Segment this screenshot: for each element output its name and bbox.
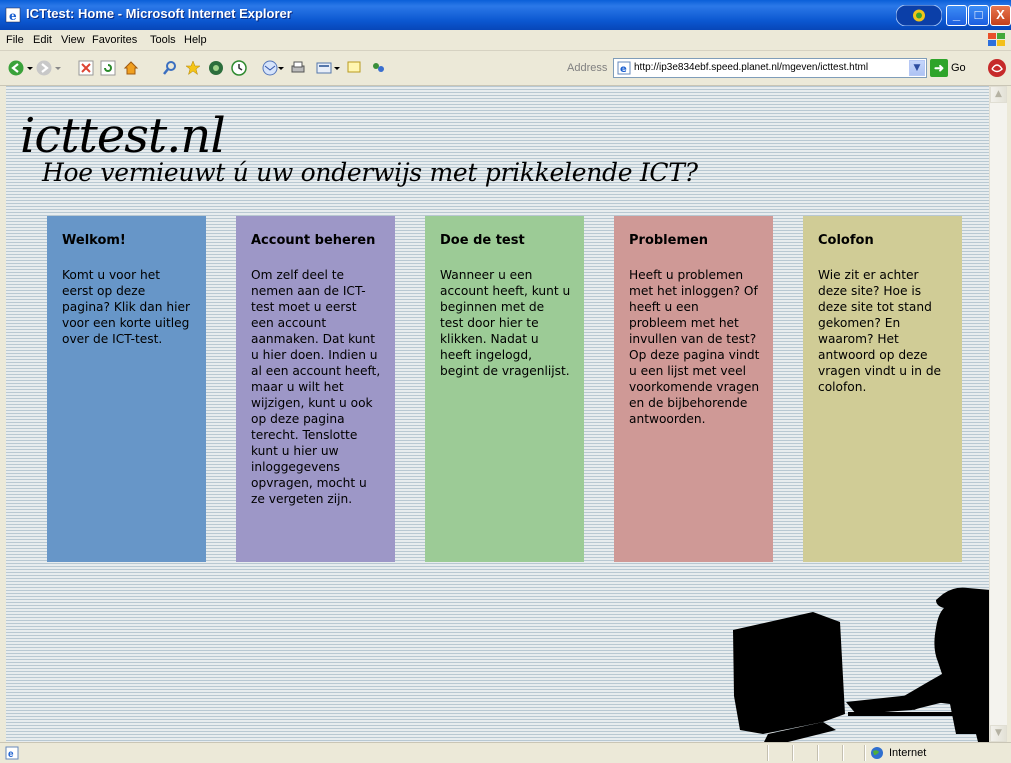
vertical-scrollbar[interactable]: ▲ ▼	[989, 86, 1007, 742]
menu-favorites[interactable]: Favorites	[92, 34, 137, 46]
card-text: Komt u voor het eerst op deze pagina? Kl…	[62, 268, 190, 346]
card-title: Problemen	[629, 233, 709, 248]
card-text: Om zelf deel te nemen aan de ICT-test mo…	[251, 268, 381, 506]
card-problemen[interactable]: Problemen Heeft u problemen met het inlo…	[614, 216, 773, 562]
stop-icon[interactable]	[78, 60, 94, 76]
favorites-star-icon[interactable]	[185, 60, 201, 76]
status-separator	[864, 745, 866, 761]
menu-edit[interactable]: Edit	[33, 34, 52, 46]
windows-xp-logo-icon	[896, 5, 942, 26]
status-separator	[842, 745, 844, 761]
print-icon[interactable]	[290, 60, 306, 76]
card-text: Heeft u problemen met het inloggen? Of h…	[629, 268, 760, 426]
ie-window-icon: e	[5, 7, 21, 23]
media-icon[interactable]	[208, 60, 224, 76]
card-colofon[interactable]: Colofon Wie zit er achter deze site? Hoe…	[803, 216, 962, 562]
svg-text:e: e	[620, 64, 627, 75]
page-icon: e	[617, 61, 631, 75]
menu-view[interactable]: View	[61, 34, 85, 46]
address-dropdown-icon[interactable]: ▼	[909, 60, 925, 76]
page-content: icttest.nl Hoe vernieuwt ú uw onderwijs …	[6, 86, 989, 742]
menu-tools[interactable]: Tools	[150, 34, 176, 46]
site-title: icttest.nl	[20, 108, 226, 164]
address-bar[interactable]: e http://ip3e834ebf.speed.planet.nl/mgev…	[613, 58, 927, 78]
window-titlebar: e ICTtest: Home - Microsoft Internet Exp…	[0, 0, 1011, 30]
back-icon[interactable]	[8, 60, 24, 76]
maximize-button[interactable]: □	[968, 5, 989, 26]
menu-bar: File Edit View Favorites Tools Help	[0, 30, 1011, 51]
card-title: Account beheren	[251, 233, 376, 248]
edit-icon[interactable]	[316, 60, 332, 76]
scroll-up-icon[interactable]: ▲	[990, 86, 1007, 103]
card-title: Doe de test	[440, 233, 525, 248]
mail-icon[interactable]	[262, 60, 278, 76]
mail-dropdown-icon[interactable]	[278, 60, 284, 76]
home-icon[interactable]	[123, 60, 139, 76]
card-text: Wanneer u een account heeft, kunt u begi…	[440, 268, 571, 378]
status-separator	[817, 745, 819, 761]
window-title: ICTtest: Home - Microsoft Internet Explo…	[26, 6, 292, 21]
minimize-button[interactable]: _	[946, 5, 967, 26]
card-doe-de-test[interactable]: Doe de test Wanneer u een account heeft,…	[425, 216, 584, 562]
edit-dropdown-icon[interactable]	[334, 60, 340, 76]
card-welkom[interactable]: Welkom! Komt u voor het eerst op deze pa…	[47, 216, 206, 562]
forward-icon[interactable]	[36, 60, 52, 76]
card-title: Welkom!	[62, 233, 126, 248]
status-separator	[767, 745, 769, 761]
browser-toolbar: Address e http://ip3e834ebf.speed.planet…	[0, 51, 1011, 86]
site-tagline: Hoe vernieuwt ú uw onderwijs met prikkel…	[42, 158, 698, 187]
address-label: Address	[567, 62, 608, 74]
menu-help[interactable]: Help	[184, 34, 207, 46]
go-button[interactable]: Go	[951, 62, 966, 74]
page-status-icon: e	[5, 746, 19, 760]
search-icon[interactable]	[162, 60, 178, 76]
go-arrow-icon[interactable]: ➜	[930, 59, 948, 77]
discuss-icon[interactable]	[346, 60, 362, 76]
scroll-down-icon[interactable]: ▼	[990, 725, 1007, 742]
back-dropdown-icon[interactable]	[27, 60, 33, 76]
svg-text:e: e	[9, 9, 17, 23]
history-icon[interactable]	[231, 60, 247, 76]
refresh-icon[interactable]	[100, 60, 116, 76]
svg-text:e: e	[8, 749, 14, 760]
status-bar: e Internet	[0, 742, 1011, 763]
computer-user-silhouette	[733, 587, 989, 742]
card-account-beheren[interactable]: Account beheren Om zelf deel te nemen aa…	[236, 216, 395, 562]
forward-dropdown-icon[interactable]	[55, 60, 61, 76]
menu-file[interactable]: File	[6, 34, 24, 46]
address-url[interactable]: http://ip3e834ebf.speed.planet.nl/mgeven…	[634, 62, 868, 73]
security-zone: Internet	[889, 747, 927, 759]
status-separator	[792, 745, 794, 761]
card-text: Wie zit er achter deze site? Hoe is deze…	[818, 268, 942, 394]
windows-flag-icon	[988, 33, 1005, 46]
card-title: Colofon	[818, 233, 874, 248]
close-button[interactable]: X	[990, 5, 1011, 26]
pdf-icon[interactable]	[986, 57, 1008, 79]
internet-globe-icon	[871, 747, 883, 759]
messenger-icon[interactable]	[370, 60, 386, 76]
